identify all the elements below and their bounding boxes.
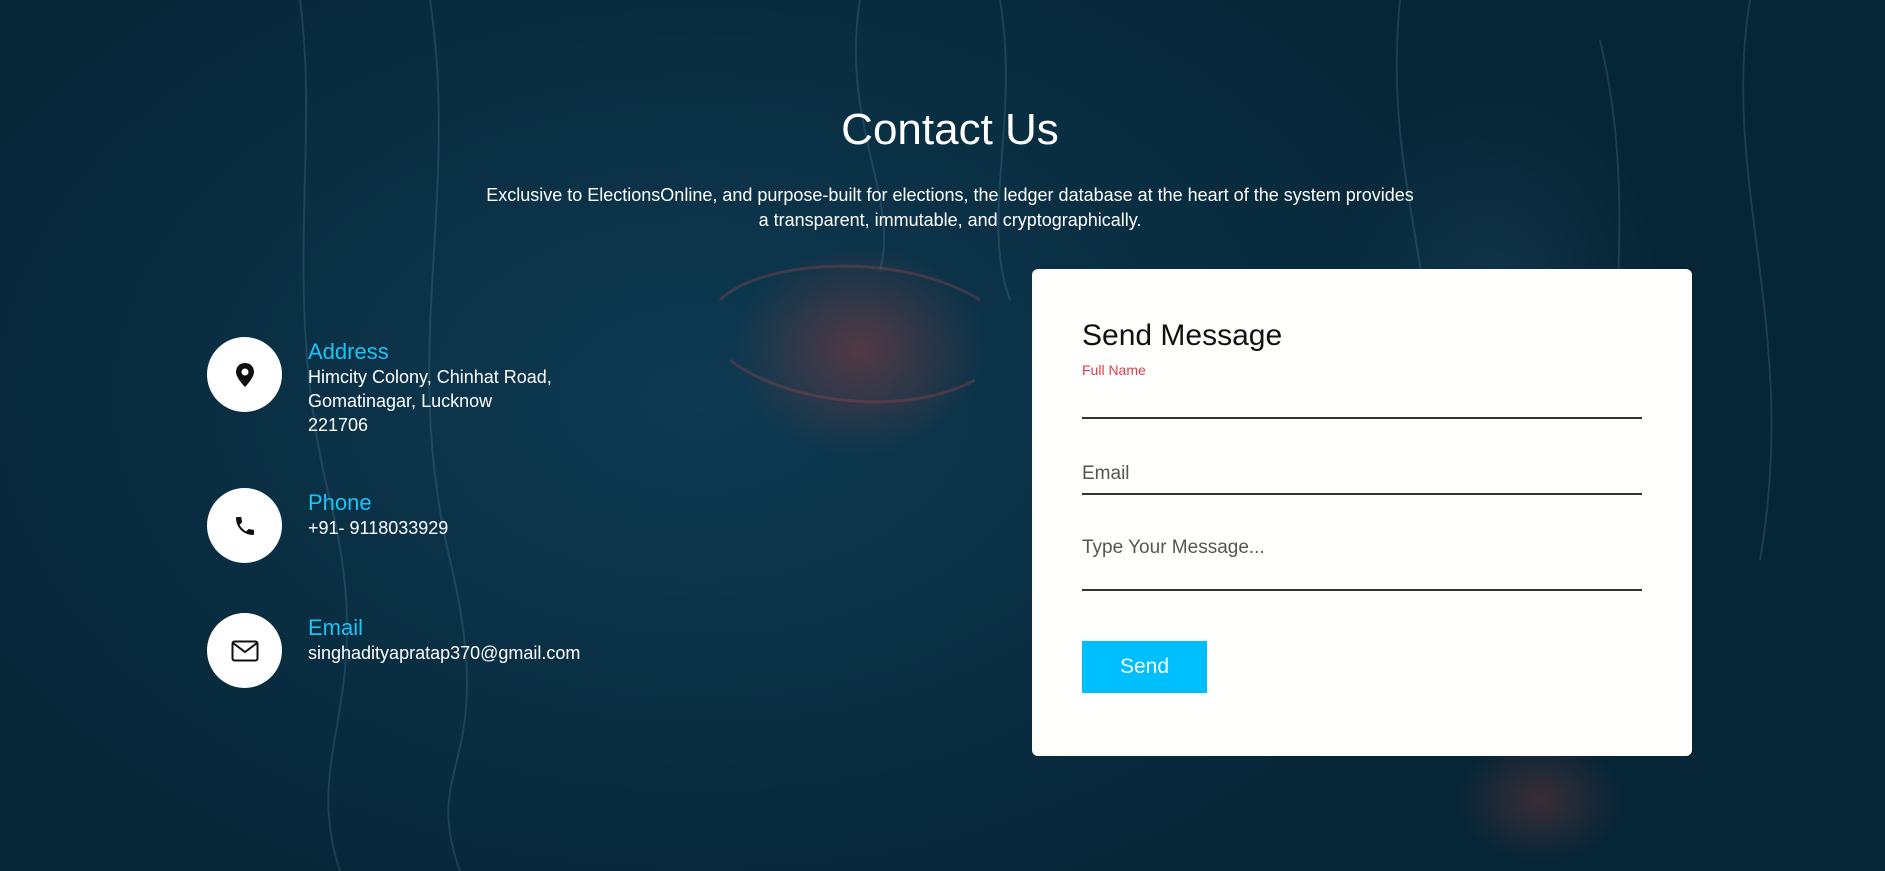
map-pin-icon (235, 362, 254, 387)
subtitle-line-2: a transparent, immutable, and cryptograp… (758, 210, 1142, 230)
address-line-1: Himcity Colony, Chinhat Road, (308, 367, 552, 387)
message-input[interactable] (1082, 529, 1642, 591)
address-text: Address Himcity Colony, Chinhat Road, Go… (308, 339, 552, 437)
address-icon-circle (207, 337, 282, 412)
email-text: Email singhadityapratap370@gmail.com (308, 615, 580, 665)
email-icon-circle (207, 613, 282, 688)
address-block: Address Himcity Colony, Chinhat Road, Go… (207, 337, 552, 437)
subtitle-line-1: Exclusive to ElectionsOnline, and purpos… (486, 185, 1414, 205)
envelope-icon (231, 640, 258, 661)
send-message-title: Send Message (1082, 319, 1283, 352)
address-label: Address (308, 339, 389, 364)
full-name-label: Full Name (1082, 362, 1146, 378)
email-value: singhadityapratap370@gmail.com (308, 643, 581, 663)
address-line-2: Gomatinagar, Lucknow (308, 391, 493, 411)
phone-label: Phone (308, 490, 372, 515)
phone-block: Phone +91- 9118033929 (207, 488, 448, 563)
contact-page: Contact Us Exclusive to ElectionsOnline,… (0, 0, 1885, 871)
address-line-3: 221706 (308, 415, 369, 435)
send-button[interactable]: Send (1082, 641, 1207, 693)
full-name-input[interactable] (1082, 381, 1642, 419)
page-subtitle: Exclusive to ElectionsOnline, and purpos… (452, 183, 1448, 233)
email-label: Email (308, 615, 364, 640)
email-input[interactable] (1082, 455, 1642, 495)
phone-text: Phone +91- 9118033929 (308, 490, 448, 540)
email-block: Email singhadityapratap370@gmail.com (207, 613, 580, 688)
page-title: Contact Us (841, 105, 1059, 154)
phone-icon-circle (207, 488, 282, 563)
send-message-card: Send Message Full Name Send (1032, 269, 1692, 756)
phone-value: +91- 9118033929 (308, 518, 449, 538)
phone-icon (235, 516, 254, 535)
